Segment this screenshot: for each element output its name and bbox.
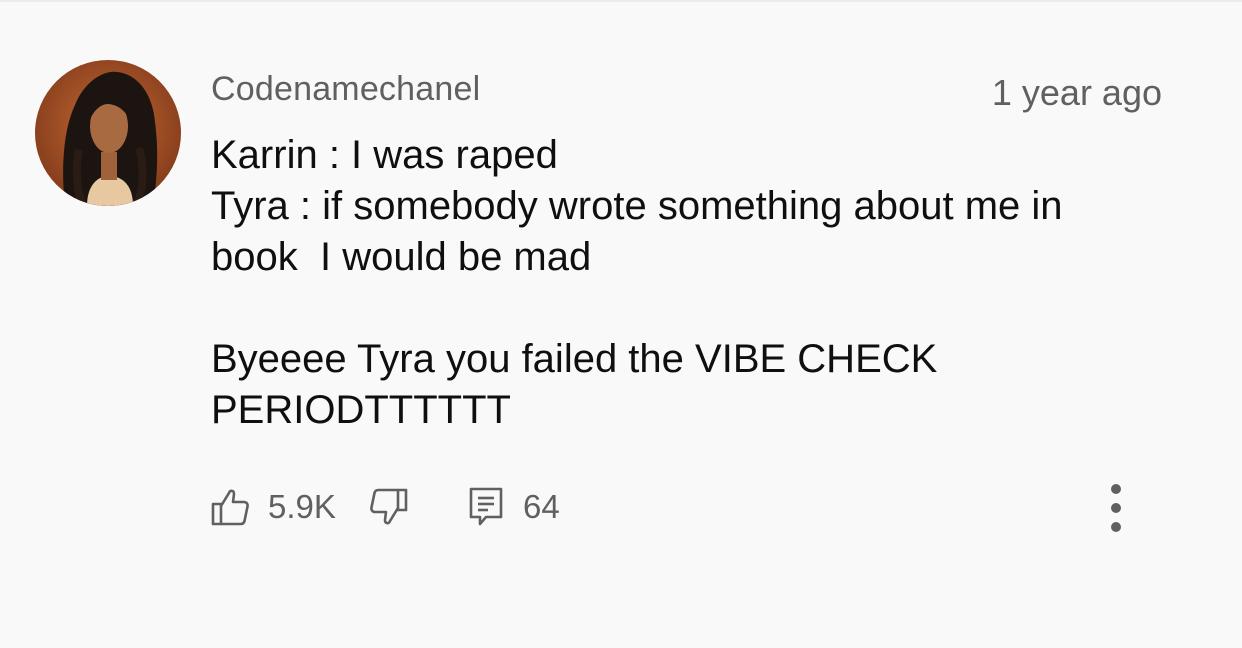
- like-button[interactable]: 5.9K: [211, 484, 336, 530]
- comment-line: book I would be mad: [211, 235, 592, 279]
- comment-line: Tyra : if somebody wrote something about…: [211, 184, 1063, 228]
- comment-line: PERIODTTTTTT: [211, 388, 511, 432]
- comment-line: Karrin : I was raped: [211, 133, 558, 177]
- more-options-button[interactable]: [1096, 480, 1136, 536]
- comment-line: Byeeee Tyra you failed the VIBE CHECK: [211, 337, 938, 381]
- comment-line: [211, 283, 1171, 334]
- dislike-button[interactable]: [370, 484, 408, 530]
- comment-timestamp[interactable]: 1 year ago: [992, 72, 1162, 114]
- avatar-image: [35, 60, 181, 206]
- comment-author[interactable]: Codenamechanel: [211, 70, 480, 109]
- avatar[interactable]: [35, 60, 181, 206]
- comment-icon: [469, 487, 503, 526]
- like-count: 5.9K: [268, 488, 336, 525]
- comment-text: Karrin : I was raped Tyra : if somebody …: [211, 130, 1171, 436]
- reply-count: 64: [523, 488, 560, 525]
- thumbs-up-icon: [211, 489, 249, 526]
- top-divider: [0, 0, 1242, 2]
- reply-button[interactable]: 64: [468, 484, 560, 530]
- thumbs-down-icon: [370, 488, 408, 525]
